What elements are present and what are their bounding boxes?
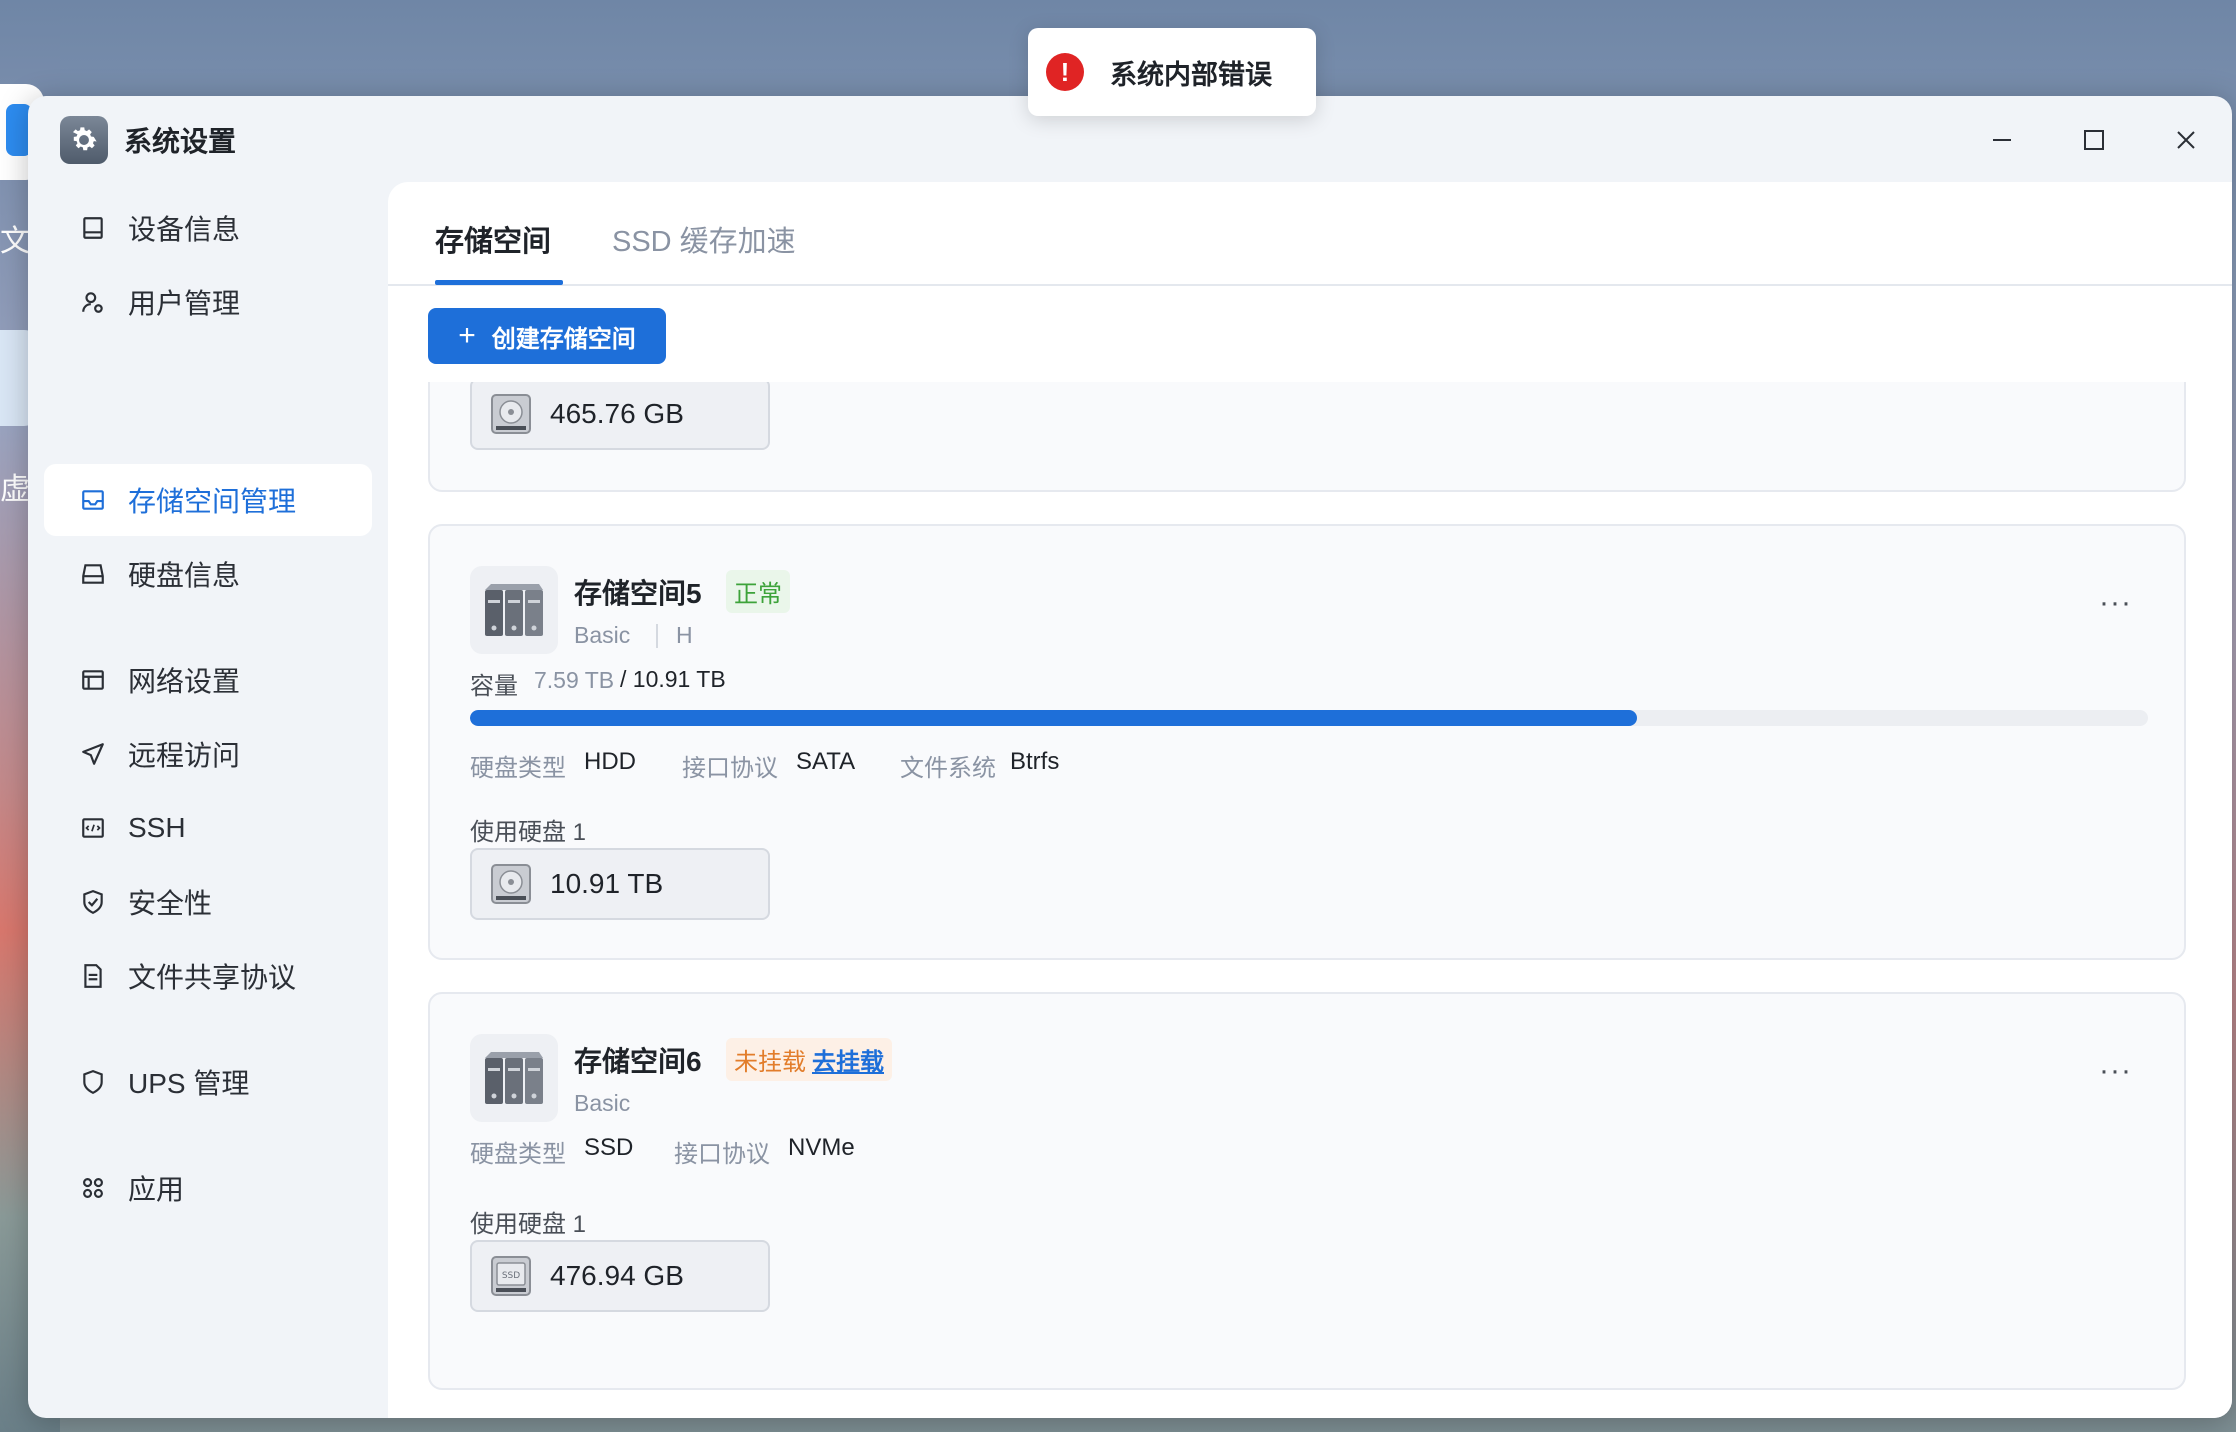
main-panel: 存储空间 SSD 缓存加速 + 创建存储空间 465.76 GB 存储空间5 正… bbox=[388, 182, 2232, 1418]
used-disks-label: 使用硬盘 1 bbox=[470, 1211, 587, 1238]
sidebar-item-label: 文件共享协议 bbox=[128, 962, 297, 993]
shield-check-icon bbox=[78, 887, 108, 917]
create-storage-label: 创建存储空间 bbox=[491, 325, 636, 353]
raid-type: Basic bbox=[574, 1090, 631, 1116]
filesystem-label: 文件系统 bbox=[900, 755, 996, 782]
network-icon bbox=[78, 665, 108, 695]
user-gear-icon bbox=[78, 287, 108, 317]
disk-type-label: 硬盘类型 bbox=[470, 755, 566, 782]
sidebar-item-label: 网络设置 bbox=[128, 666, 241, 697]
tab-storage-space[interactable]: 存储空间 bbox=[435, 218, 551, 260]
sidebar-item-device-info[interactable]: 设备信息 bbox=[44, 192, 372, 264]
disk-type-value: SSD bbox=[584, 1134, 634, 1161]
capacity-progress-fill bbox=[470, 710, 1638, 726]
storage-icon bbox=[78, 485, 108, 515]
sidebar-item-label: 硬盘信息 bbox=[128, 560, 241, 591]
create-storage-button[interactable]: + 创建存储空间 bbox=[428, 308, 666, 364]
storage-card: 存储空间6 未挂载 去挂载 Basic ··· 硬盘类型 SSD 接口协议 NVM… bbox=[428, 992, 2186, 1390]
toast-message: 系统内部错误 bbox=[1110, 59, 1272, 90]
sidebar-item-ssh[interactable]: SSH bbox=[44, 792, 372, 864]
sidebar-item-remote-access[interactable]: 远程访问 bbox=[44, 718, 372, 790]
sidebar-item-disk-info[interactable]: 硬盘信息 bbox=[44, 538, 372, 610]
capacity-progress-bar bbox=[470, 710, 2148, 726]
status-text: 未挂载 bbox=[734, 1049, 806, 1076]
more-options-button[interactable]: ··· bbox=[2099, 586, 2132, 620]
status-badge: 正常 bbox=[726, 570, 790, 613]
ssd-disk-icon: SSD bbox=[491, 1256, 531, 1296]
apps-icon bbox=[78, 1173, 108, 1203]
used-disks-label: 使用硬盘 1 bbox=[470, 819, 587, 846]
minimize-button[interactable] bbox=[1982, 120, 2022, 160]
sidebar-item-ups[interactable]: UPS 管理 bbox=[44, 1046, 372, 1118]
disk-size: 476.94 GB bbox=[550, 1260, 684, 1291]
raid-type: Basic bbox=[574, 622, 631, 648]
storage-pool-icon bbox=[470, 1034, 558, 1122]
disk-chip[interactable]: 465.76 GB bbox=[470, 382, 770, 450]
protocol-value: NVMe bbox=[788, 1134, 855, 1161]
disk-type-value: HDD bbox=[584, 748, 636, 775]
sidebar-item-label: 应用 bbox=[128, 1174, 185, 1205]
svg-text:SSD: SSD bbox=[502, 1271, 520, 1281]
hdd-disk-icon bbox=[491, 394, 531, 434]
sidebar: 设备信息 用户管理 存储空间管理 硬盘信息 网络设置 远程访问 SSH 安全性 bbox=[28, 182, 388, 1418]
filesystem-value: Btrfs bbox=[1010, 748, 1060, 775]
storage-list[interactable]: 465.76 GB 存储空间5 正常 Basic H ··· 容量 7.59 T… bbox=[388, 382, 2232, 1418]
protocol-label: 接口协议 bbox=[682, 755, 778, 782]
disk-chip[interactable]: 10.91 TB bbox=[470, 848, 770, 920]
more-options-button[interactable]: ··· bbox=[2099, 1054, 2132, 1088]
error-icon: ! bbox=[1046, 53, 1084, 91]
sidebar-item-label: SSH bbox=[128, 812, 186, 843]
sidebar-item-file-sharing[interactable]: 文件共享协议 bbox=[44, 940, 372, 1012]
tab-bar: 存储空间 SSD 缓存加速 bbox=[388, 182, 2232, 286]
storage-name: 存储空间5 bbox=[574, 578, 702, 609]
error-toast: ! 系统内部错误 bbox=[1028, 28, 1316, 116]
sidebar-item-label: 存储空间管理 bbox=[128, 486, 297, 517]
total-capacity: / 10.91 TB bbox=[620, 666, 726, 692]
storage-pool-icon bbox=[470, 566, 558, 654]
settings-gear-icon bbox=[60, 116, 108, 164]
protocol-value: SATA bbox=[796, 748, 856, 775]
sidebar-item-apps[interactable]: 应用 bbox=[44, 1152, 372, 1224]
sidebar-item-security[interactable]: 安全性 bbox=[44, 866, 372, 938]
sidebar-item-user-management[interactable]: 用户管理 bbox=[44, 266, 372, 338]
sidebar-item-label: 安全性 bbox=[128, 888, 213, 919]
capacity-label: 容量 bbox=[470, 673, 518, 700]
tab-ssd-cache[interactable]: SSD 缓存加速 bbox=[612, 218, 796, 260]
tab-active-indicator bbox=[435, 280, 563, 285]
status-badge: 未挂载 去挂载 bbox=[726, 1038, 892, 1081]
disk-size: 465.76 GB bbox=[550, 398, 684, 429]
storage-name: 存储空间6 bbox=[574, 1046, 702, 1077]
shield-icon bbox=[78, 1067, 108, 1097]
device-icon bbox=[78, 213, 108, 243]
maximize-button[interactable] bbox=[2074, 120, 2114, 160]
storage-card: 存储空间5 正常 Basic H ··· 容量 7.59 TB / 10.91 … bbox=[428, 524, 2186, 960]
settings-window: 系统设置 设备信息 用户管理 存储空间管理 硬盘信息 网络设置 远程访问 SSH… bbox=[28, 96, 2232, 1418]
window-title: 系统设置 bbox=[124, 126, 237, 157]
plus-icon: + bbox=[458, 319, 476, 352]
sidebar-item-label: 设备信息 bbox=[128, 214, 241, 245]
sidebar-item-label: 用户管理 bbox=[128, 288, 241, 319]
storage-extra: H bbox=[676, 622, 693, 648]
hdd-icon bbox=[78, 559, 108, 589]
used-capacity: 7.59 TB bbox=[534, 667, 615, 693]
protocol-label: 接口协议 bbox=[674, 1141, 770, 1168]
code-icon bbox=[78, 813, 108, 843]
sidebar-item-network[interactable]: 网络设置 bbox=[44, 644, 372, 716]
disk-type-label: 硬盘类型 bbox=[470, 1141, 566, 1168]
disk-chip[interactable]: SSD 476.94 GB bbox=[470, 1240, 770, 1312]
hdd-disk-icon bbox=[491, 864, 531, 904]
storage-card-partial: 465.76 GB bbox=[428, 382, 2186, 492]
divider bbox=[656, 624, 658, 648]
send-icon bbox=[78, 739, 108, 769]
sidebar-item-storage-management[interactable]: 存储空间管理 bbox=[44, 464, 372, 536]
close-button[interactable] bbox=[2166, 120, 2206, 160]
disk-size: 10.91 TB bbox=[550, 868, 664, 899]
sidebar-item-label: 远程访问 bbox=[128, 740, 241, 771]
sidebar-item-label: UPS 管理 bbox=[128, 1068, 250, 1099]
document-icon bbox=[78, 961, 108, 991]
mount-link[interactable]: 去挂载 bbox=[812, 1049, 884, 1076]
